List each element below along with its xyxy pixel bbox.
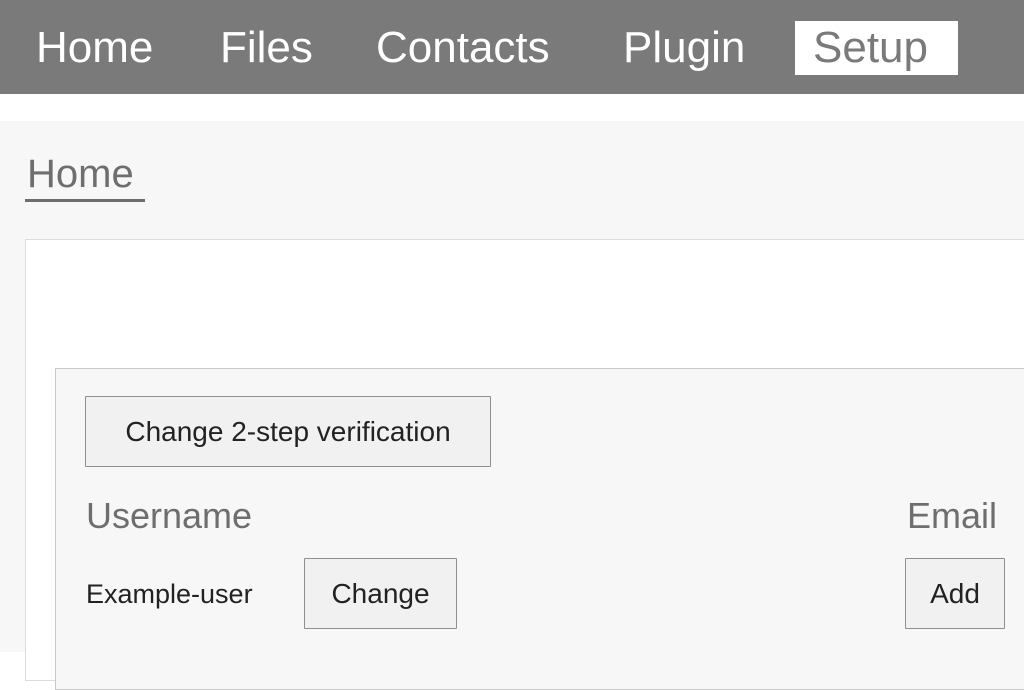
account-settings-panel: Change 2-step verification Username Exam…	[55, 368, 1024, 690]
change-2-step-verification-button[interactable]: Change 2-step verification	[85, 396, 491, 467]
add-email-button[interactable]: Add	[905, 558, 1005, 629]
nav-item-setup-active[interactable]: Setup	[795, 21, 958, 75]
change-username-button[interactable]: Change	[304, 558, 457, 629]
nav-spacer	[0, 94, 1024, 121]
nav-item-plugin[interactable]: Plugin	[623, 21, 745, 75]
nav-item-files[interactable]: Files	[220, 21, 313, 75]
username-value: Example-user	[86, 579, 253, 609]
page-title: Home	[27, 152, 134, 196]
page-title-underline	[25, 199, 145, 202]
top-navigation-bar: Home Files Contacts Plugin Setup	[0, 0, 1024, 94]
nav-item-contacts[interactable]: Contacts	[376, 21, 550, 75]
email-label: Email	[907, 495, 998, 536]
username-label: Username	[86, 495, 253, 536]
main-content: Home Change 2-step verification Username…	[0, 121, 1024, 690]
account-card: Change 2-step verification Username Exam…	[25, 239, 1024, 690]
nav-item-home[interactable]: Home	[36, 21, 153, 75]
